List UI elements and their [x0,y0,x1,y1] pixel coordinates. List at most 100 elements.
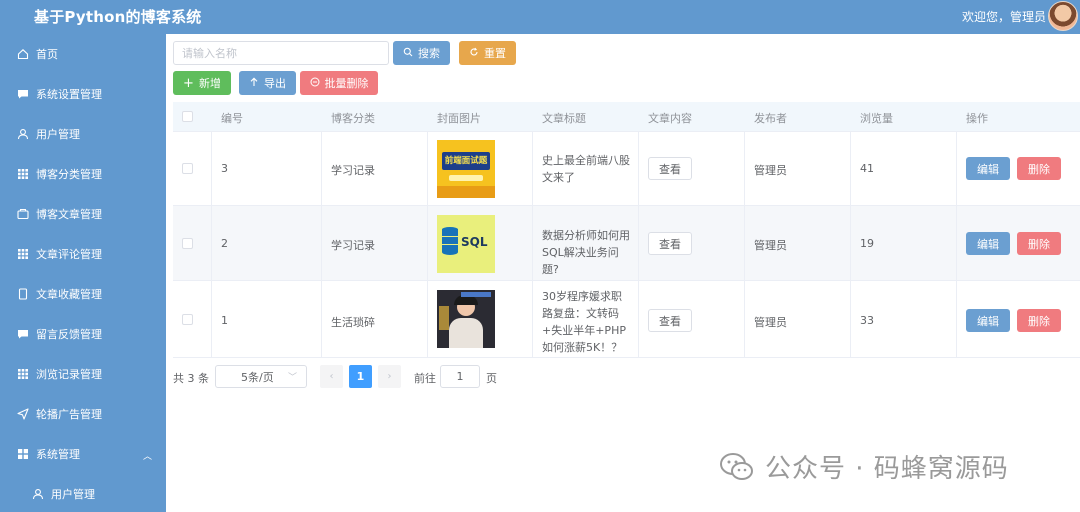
box-icon [17,208,29,220]
column-divider [638,281,639,358]
cover-text: SQL [461,235,488,249]
sidebar: 首页 系统设置管理 用户管理 博客分类管理 博客文章管理 文章评论管理 文章收藏… [0,34,166,512]
sidebar-item-feedback[interactable]: 留言反馈管理 [0,314,166,354]
goto-label: 前往 [414,372,436,385]
export-button[interactable]: 导出 [239,71,296,95]
sidebar-item-label: 系统管理 [36,448,80,461]
delete-button[interactable]: 删除 [1017,232,1061,255]
portrait-body [449,318,483,348]
chevron-up-icon: ︿ [142,452,152,462]
select-all-checkbox[interactable] [182,111,193,122]
sidebar-item-comments[interactable]: 文章评论管理 [0,234,166,274]
cell-title: 30岁程序媛求职路复盘：文转码+失业半年+PHP如何涨薪5K！？ [542,290,626,354]
edit-button[interactable]: 编辑 [966,157,1010,180]
row-checkbox[interactable] [182,163,193,174]
column-header: 封面图片 [437,112,481,125]
chat-icon [17,328,29,340]
cover-image[interactable]: SQL [437,215,495,273]
search-input[interactable]: 请输入名称 [173,41,389,65]
grid-icon [17,248,29,260]
cell-id: 2 [221,237,228,250]
row-checkbox[interactable] [182,238,193,249]
column-header: 博客分类 [331,112,375,125]
sidebar-item-label: 文章收藏管理 [36,288,102,301]
cell-id: 1 [221,314,228,327]
column-divider [427,281,428,358]
sidebar-item-blog-articles[interactable]: 博客文章管理 [0,194,166,234]
column-divider [321,281,322,358]
search-button-label: 搜索 [418,47,440,60]
delete-button[interactable]: 删除 [1017,157,1061,180]
reset-button[interactable]: 重置 [459,41,516,65]
sidebar-item-label: 系统设置管理 [36,88,102,101]
column-divider [638,132,639,206]
sidebar-item-label: 博客分类管理 [36,168,102,181]
top-bar: 基于Python的博客系统 欢迎您，管理员 [0,0,1080,34]
column-header: 编号 [221,112,243,125]
sidebar-item-system-settings[interactable]: 系统设置管理 [0,74,166,114]
user-icon [17,128,29,140]
sidebar-item-favorites[interactable]: 文章收藏管理 [0,274,166,314]
sidebar-item-home[interactable]: 首页 [0,34,166,74]
watermark-text: 公众号 · 码蜂窝源码 [765,454,1009,484]
page-size-select[interactable]: 5条/页 ﹀ [215,365,307,388]
batch-delete-button[interactable]: 批量删除 [300,71,378,95]
export-button-label: 导出 [264,77,286,90]
database-band [442,244,458,245]
home-icon [17,48,29,60]
prev-page-button[interactable]: ‹ [320,365,343,388]
grid-icon [17,368,29,380]
database-band [442,236,458,237]
plus-icon: + [183,75,194,91]
portrait-sticker [439,306,449,330]
column-divider [532,132,533,206]
refresh-icon [469,47,479,60]
goto-page-input[interactable]: 1 [440,365,480,388]
column-divider [956,132,957,206]
edit-button[interactable]: 编辑 [966,309,1010,332]
goto-unit: 页 [486,372,497,385]
sidebar-item-browse-history[interactable]: 浏览记录管理 [0,354,166,394]
column-divider [638,206,639,281]
sidebar-item-carousel[interactable]: 轮播广告管理 [0,394,166,434]
add-button[interactable]: + 新增 [173,71,231,95]
cell-category: 学习记录 [331,239,375,252]
page-number-current[interactable]: 1 [349,365,372,388]
column-divider [321,132,322,206]
chat-icon [17,88,29,100]
search-icon [403,47,413,60]
view-content-button[interactable]: 查看 [648,309,692,332]
sidebar-item-users[interactable]: 用户管理 [0,114,166,154]
avatar[interactable] [1048,1,1078,31]
upload-icon [249,77,259,90]
sidebar-subitem-users[interactable]: 用户管理 [0,474,166,512]
column-header: 发布者 [754,112,787,125]
table-header: 编号 博客分类 封面图片 文章标题 文章内容 发布者 浏览量 操作 [173,102,1080,132]
search-button[interactable]: 搜索 [393,41,450,65]
sidebar-item-system[interactable]: 系统管理 ︿ [0,434,166,474]
cover-image[interactable] [437,290,495,348]
view-content-button[interactable]: 查看 [648,157,692,180]
grid-icon [17,168,29,180]
page-size-value: 5条/页 [241,370,274,384]
database-body [442,229,458,255]
edit-button[interactable]: 编辑 [966,232,1010,255]
cell-id: 3 [221,162,228,175]
reset-button-label: 重置 [484,47,506,60]
column-header: 文章内容 [648,112,692,125]
delete-button[interactable]: 删除 [1017,309,1061,332]
cell-category: 学习记录 [331,164,375,177]
sidebar-item-label: 留言反馈管理 [36,328,102,341]
view-content-button[interactable]: 查看 [648,232,692,255]
cover-text: 前端面试题 [444,156,488,166]
column-divider [211,281,212,358]
cell-author: 管理员 [754,164,787,177]
wechat-icon [719,452,755,482]
portrait-banner [461,292,491,297]
cell-author: 管理员 [754,239,787,252]
sidebar-item-blog-category[interactable]: 博客分类管理 [0,154,166,194]
sidebar-item-label: 轮播广告管理 [36,408,102,421]
next-page-button[interactable]: › [378,365,401,388]
cover-image[interactable]: 前端面试题 [437,140,495,198]
row-checkbox[interactable] [182,314,193,325]
